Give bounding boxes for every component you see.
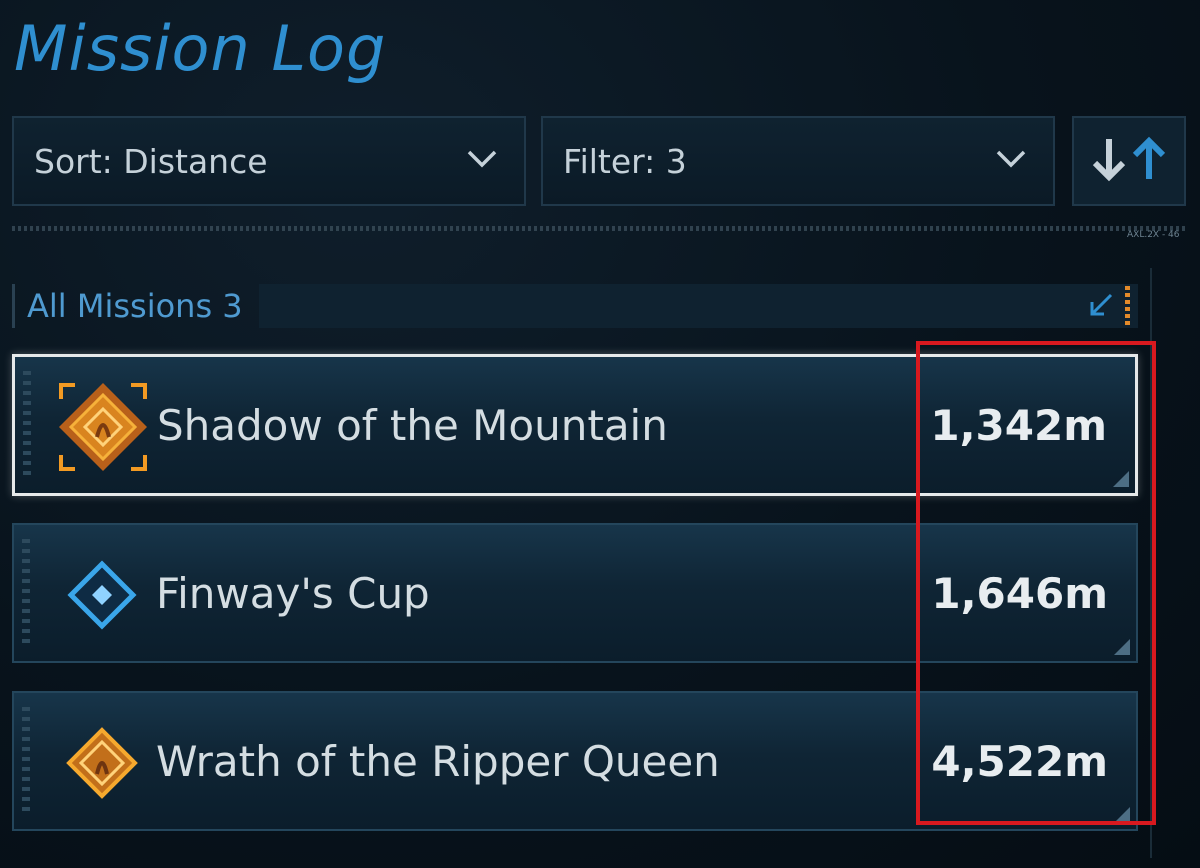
section-bar [258, 284, 1138, 328]
sort-dropdown-label: Sort: Distance [34, 141, 268, 181]
chevron-down-icon [466, 149, 498, 173]
sort-dropdown[interactable]: Sort: Distance [12, 116, 526, 206]
divider-ruler [12, 226, 1186, 231]
row-ticks [22, 539, 30, 647]
section-header-all-missions[interactable]: All Missions 3 [12, 284, 1138, 328]
filter-dropdown-label: Filter: 3 [563, 141, 687, 181]
section-edge [12, 284, 15, 328]
collapse-arrow-icon [1088, 292, 1114, 322]
section-label: All Missions 3 [27, 287, 243, 325]
sort-direction-button[interactable] [1072, 116, 1186, 206]
row-ticks [23, 371, 31, 479]
mission-name: Shadow of the Mountain [157, 400, 668, 450]
mission-name: Wrath of the Ripper Queen [156, 736, 720, 786]
mission-name: Finway's Cup [156, 568, 430, 618]
row-ticks [22, 707, 30, 815]
side-mission-icon [52, 545, 152, 645]
filter-dropdown[interactable]: Filter: 3 [541, 116, 1055, 206]
page-title: Mission Log [14, 12, 387, 85]
distance-highlight-box [916, 341, 1156, 825]
section-stripe [1125, 286, 1130, 326]
legendary-mission-icon [53, 377, 153, 477]
sort-direction-icon [1091, 135, 1167, 187]
ruler-tag: AXL.2X - 46 [1127, 230, 1180, 240]
chevron-down-icon [995, 149, 1027, 173]
legendary-mission-icon [52, 713, 152, 813]
